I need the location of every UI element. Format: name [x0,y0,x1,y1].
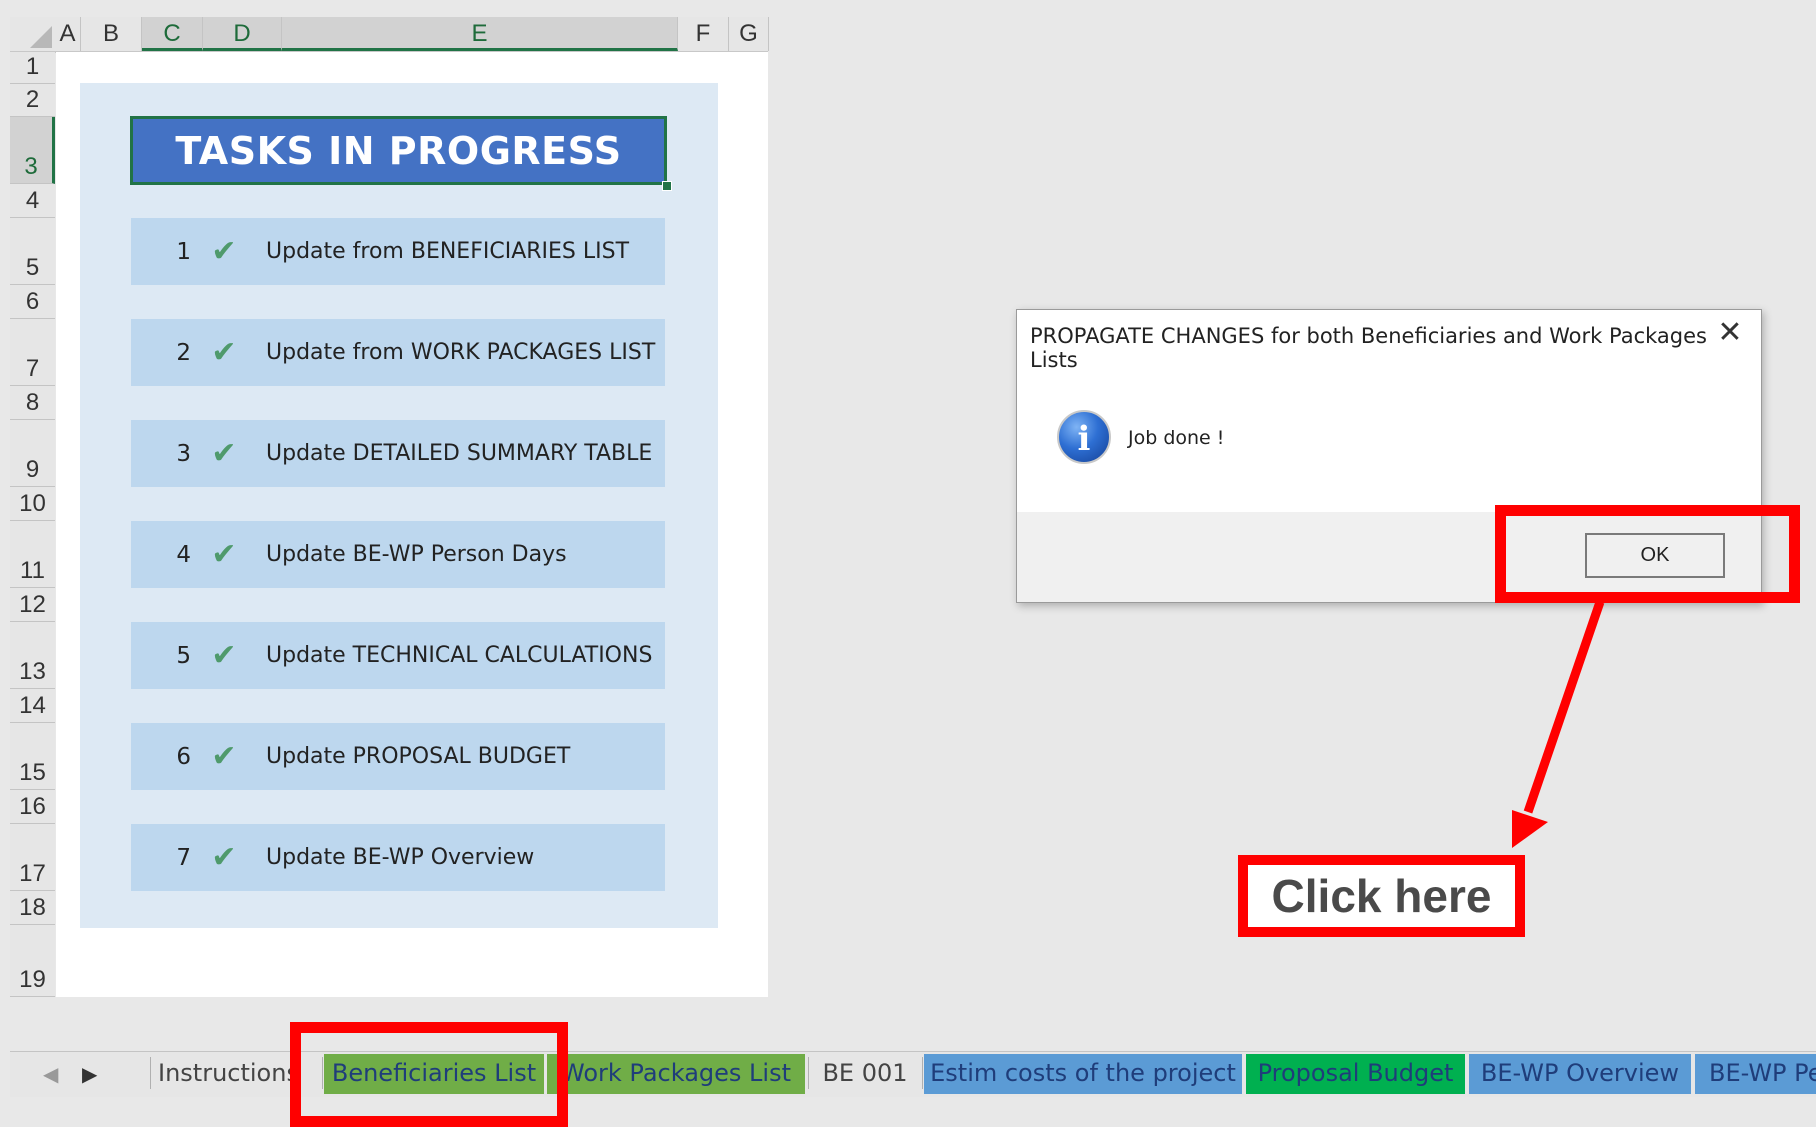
arrow-head [1512,810,1548,848]
tab-work-packages-list[interactable]: Work Packages List [547,1054,805,1094]
sheet-tabs-bar: ◀ ▶ Instructions Beneficiaries List Work… [10,1051,1816,1097]
tab-highlight-box [290,1022,568,1127]
tab-be-wp-overview[interactable]: BE-WP Overview [1469,1054,1691,1094]
click-here-label: Click here [1271,870,1492,922]
arrow-shaft [1523,600,1605,814]
pointer-arrow [1512,600,1605,848]
tab-scroll-left-icon[interactable]: ◀ [43,1062,58,1087]
tab-estim-costs[interactable]: Estim costs of the project [924,1054,1242,1094]
tab-be-001[interactable]: BE 001 [810,1054,920,1094]
tab-instructions[interactable]: Instructions [158,1054,298,1094]
tab-scroll-right-icon[interactable]: ▶ [82,1062,97,1087]
tab-proposal-budget[interactable]: Proposal Budget [1246,1054,1465,1094]
tab-be-wp-person-days[interactable]: BE-WP Person Days [1695,1054,1816,1094]
spreadsheet-window: A B C D E F G 1 2 3 4 5 6 7 8 9 10 11 12… [0,0,1816,1127]
click-here-callout: Click here [1238,855,1525,937]
